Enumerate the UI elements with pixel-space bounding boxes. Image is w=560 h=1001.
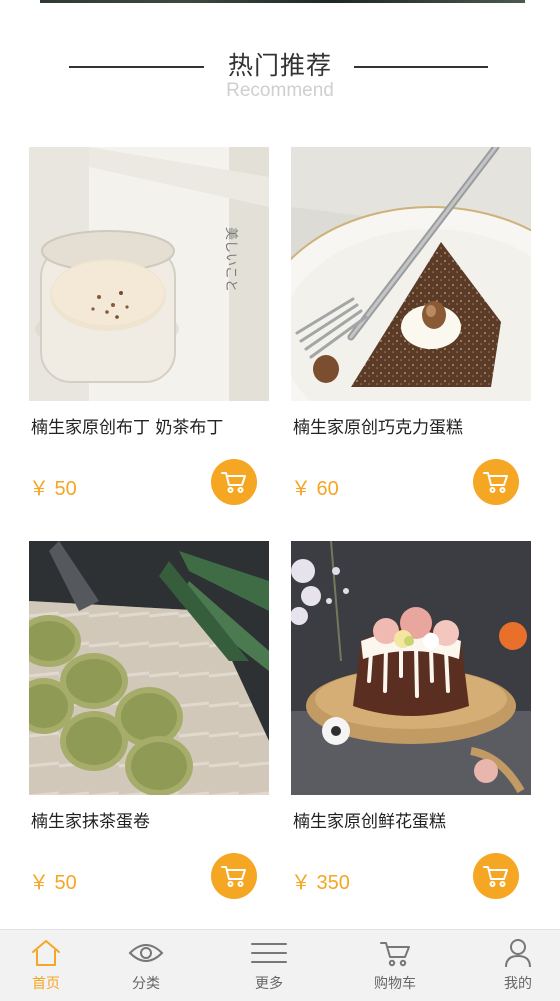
product-image-flower-cake[interactable] — [291, 541, 531, 795]
product-card[interactable]: 楠生家抹茶蛋卷 ￥ 50 — [29, 541, 269, 911]
section-subtitle: Recommend — [226, 80, 334, 101]
user-icon — [500, 938, 536, 968]
top-banner-edge — [40, 0, 525, 3]
tab-more[interactable]: 更多 — [219, 930, 319, 1001]
section-title: 热门推荐 — [227, 51, 332, 80]
home-icon — [28, 938, 64, 968]
cart-icon — [221, 472, 246, 493]
cart-icon — [377, 938, 413, 968]
product-card[interactable]: 美しいこと 楠生家原创布丁 奶茶布丁 ￥ 50 — [29, 147, 269, 517]
tab-label: 分类 — [132, 976, 160, 992]
add-to-cart-button[interactable] — [211, 459, 257, 505]
product-price: ￥ 350 — [291, 872, 350, 894]
add-to-cart-button[interactable] — [473, 459, 519, 505]
svg-text:美しいこと: 美しいこと — [223, 227, 238, 292]
section-header: 热门推荐 Recommend — [0, 40, 560, 110]
product-name: 楠生家原创鲜花蛋糕 — [293, 812, 446, 832]
add-to-cart-button[interactable] — [211, 853, 257, 899]
product-image-pudding[interactable]: 美しいこと — [29, 147, 269, 401]
product-name: 楠生家原创巧克力蛋糕 — [293, 418, 463, 438]
bottom-tab-bar: 首页 分类 更多 购物车 我的 — [0, 929, 560, 1001]
tab-label: 更多 — [255, 976, 283, 992]
product-price: ￥ 60 — [291, 478, 339, 500]
tab-label: 首页 — [32, 976, 60, 992]
tab-profile[interactable]: 我的 — [468, 930, 560, 1001]
product-name: 楠生家抹茶蛋卷 — [31, 812, 150, 832]
menu-lines-icon — [251, 938, 287, 968]
tab-home[interactable]: 首页 — [0, 930, 96, 1001]
add-to-cart-button[interactable] — [473, 853, 519, 899]
tab-label: 我的 — [504, 976, 532, 992]
product-price: ￥ 50 — [29, 872, 77, 894]
cart-icon — [221, 866, 246, 887]
product-card[interactable]: 楠生家原创鲜花蛋糕 ￥ 350 — [291, 541, 531, 911]
tab-category[interactable]: 分类 — [96, 930, 196, 1001]
header-divider-right — [354, 66, 488, 68]
product-name: 楠生家原创布丁 奶茶布丁 — [31, 418, 224, 438]
product-card[interactable]: 楠生家原创巧克力蛋糕 ￥ 60 — [291, 147, 531, 517]
tab-cart[interactable]: 购物车 — [345, 930, 445, 1001]
eye-icon — [128, 938, 164, 968]
cart-icon — [483, 866, 508, 887]
cart-icon — [483, 472, 508, 493]
product-image-chocolate-cake[interactable] — [291, 147, 531, 401]
product-price: ￥ 50 — [29, 478, 77, 500]
tab-label: 购物车 — [374, 976, 416, 992]
product-image-matcha-cookies[interactable] — [29, 541, 269, 795]
